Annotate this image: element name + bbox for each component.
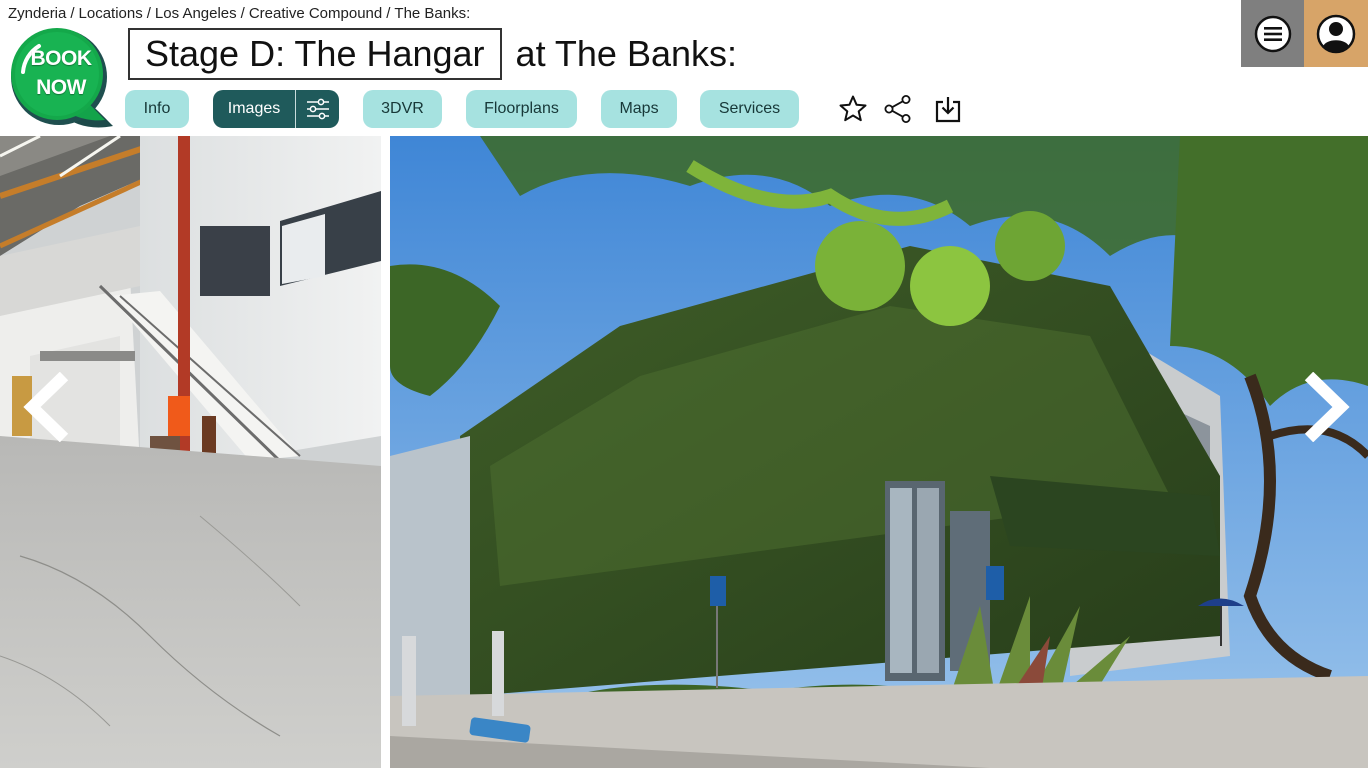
- previous-arrow-icon: [23, 371, 69, 443]
- venue-suffix: at The Banks:: [515, 33, 738, 74]
- user-profile-button[interactable]: [1304, 0, 1368, 67]
- image-gallery: [0, 136, 1368, 768]
- warehouse-interior-image: [0, 136, 381, 768]
- tab-floorplans[interactable]: Floorplans: [466, 90, 577, 128]
- breadcrumb-link-city[interactable]: Los Angeles: [155, 5, 237, 22]
- book-now-line2: NOW: [36, 76, 86, 99]
- breadcrumb-current: The Banks:: [394, 5, 471, 22]
- warehouse-interior-photo[interactable]: [0, 136, 381, 768]
- breadcrumb-link-compound[interactable]: Creative Compound: [249, 5, 382, 22]
- book-now-line1: BOOK: [30, 47, 93, 70]
- filter-sliders-icon: [306, 98, 329, 120]
- ivy-building-image: [390, 136, 1368, 768]
- breadcrumb-link-locations[interactable]: Locations: [79, 5, 143, 22]
- ivy-covered-building-photo[interactable]: [390, 136, 1368, 768]
- breadcrumb-separator: /: [386, 5, 391, 22]
- previous-image-button[interactable]: [20, 371, 80, 443]
- star-icon: [839, 95, 867, 122]
- hamburger-menu-icon: [1254, 15, 1292, 52]
- share-button[interactable]: [881, 92, 915, 126]
- main-menu-button[interactable]: [1241, 0, 1305, 67]
- breadcrumb-separator: /: [240, 5, 245, 22]
- share-icon: [884, 95, 911, 123]
- next-image-button[interactable]: [1293, 371, 1353, 443]
- download-button[interactable]: [931, 92, 965, 126]
- download-icon: [935, 97, 961, 123]
- stage-name-box: Stage D: The Hangar: [128, 28, 502, 80]
- breadcrumb-link-home[interactable]: Zynderia: [8, 5, 66, 22]
- page: Zynderia / Locations / Los Angeles / Creative …: [0, 0, 1368, 768]
- user-profile-icon: [1316, 14, 1356, 53]
- breadcrumb-separator: /: [146, 5, 151, 22]
- next-arrow-icon: [1304, 371, 1350, 443]
- tab-services[interactable]: Services: [700, 90, 799, 128]
- book-now-label: BOOK NOW: [21, 44, 101, 102]
- book-now-button[interactable]: BOOK NOW: [9, 28, 117, 132]
- breadcrumb-separator: /: [70, 5, 75, 22]
- tab-maps[interactable]: Maps: [601, 90, 677, 128]
- page-title: Stage D: The Hangar at The Banks:: [128, 28, 737, 80]
- tab-images[interactable]: Images: [213, 90, 339, 128]
- favorite-button[interactable]: [836, 92, 870, 126]
- breadcrumb: Zynderia / Locations / Los Angeles / Creative …: [8, 5, 470, 22]
- tab-info[interactable]: Info: [125, 90, 189, 128]
- image-filter-button[interactable]: [296, 90, 339, 128]
- tab-3dvr[interactable]: 3DVR: [363, 90, 442, 128]
- tab-images-label: Images: [227, 100, 281, 117]
